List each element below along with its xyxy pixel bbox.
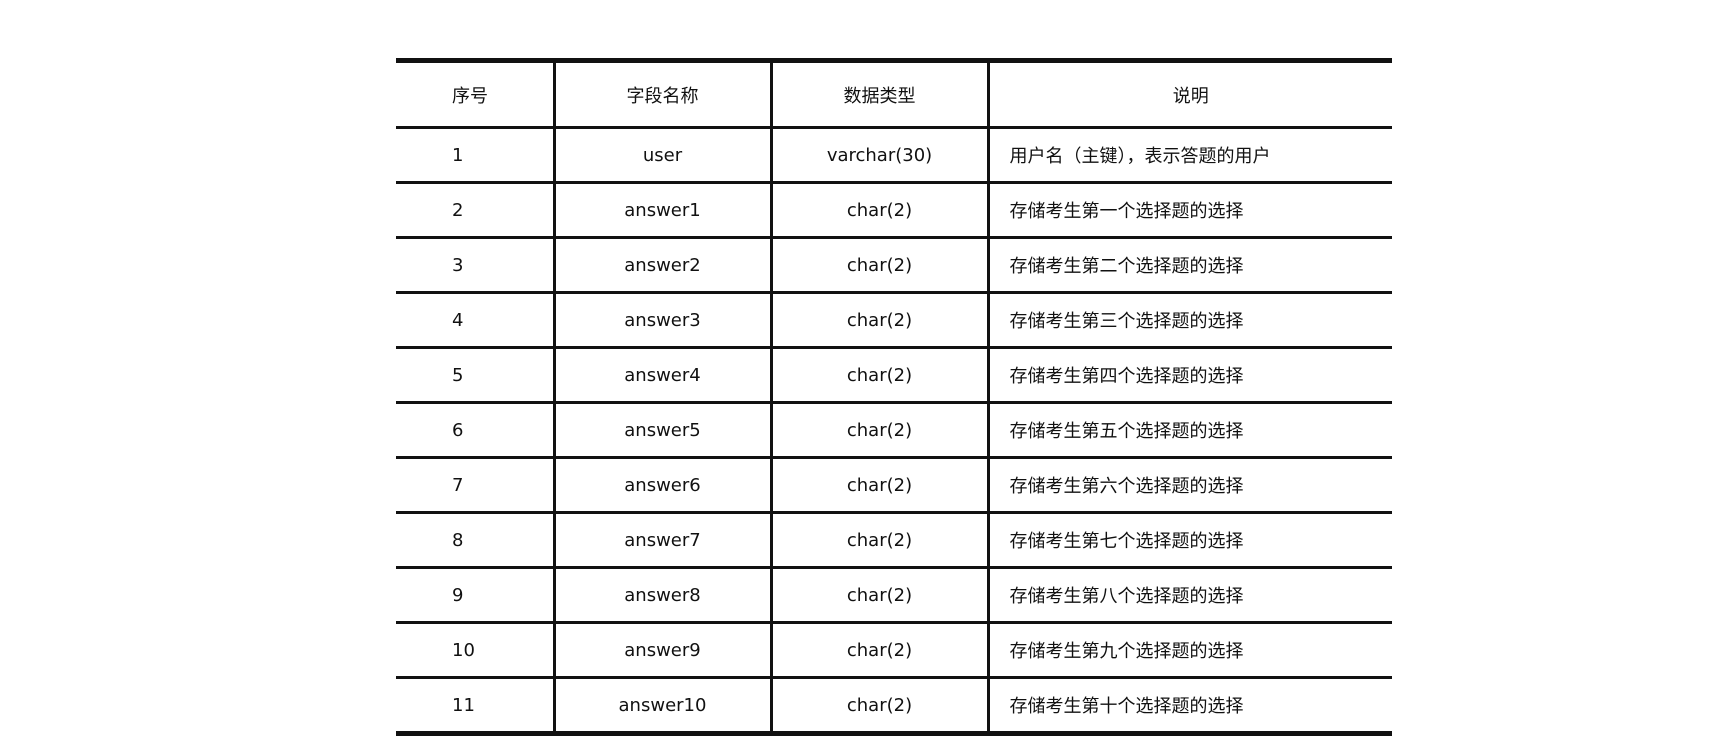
cell-field-name: answer5 bbox=[552, 402, 771, 459]
table-row: 5 answer4 char(2) 存储考生第四个选择题的选择 bbox=[396, 347, 1392, 404]
cell-index: 4 bbox=[396, 292, 554, 349]
cell-index: 6 bbox=[396, 402, 554, 459]
cell-data-type: char(2) bbox=[769, 457, 988, 514]
cell-field-name: answer6 bbox=[552, 457, 771, 514]
header-field-name: 字段名称 bbox=[552, 60, 771, 129]
cell-description: 存储考生第六个选择题的选择 bbox=[986, 457, 1392, 514]
cell-data-type: char(2) bbox=[769, 292, 988, 349]
cell-field-name: answer2 bbox=[552, 237, 771, 294]
table-row: 2 answer1 char(2) 存储考生第一个选择题的选择 bbox=[396, 182, 1392, 239]
cell-description: 存储考生第三个选择题的选择 bbox=[986, 292, 1392, 349]
cell-description: 存储考生第九个选择题的选择 bbox=[986, 622, 1392, 679]
table-row: 8 answer7 char(2) 存储考生第七个选择题的选择 bbox=[396, 512, 1392, 569]
cell-field-name: answer7 bbox=[552, 512, 771, 569]
table-row: 6 answer5 char(2) 存储考生第五个选择题的选择 bbox=[396, 402, 1392, 459]
header-data-type: 数据类型 bbox=[769, 60, 988, 129]
cell-description: 存储考生第四个选择题的选择 bbox=[986, 347, 1392, 404]
cell-data-type: char(2) bbox=[769, 182, 988, 239]
table-header: 序号 字段名称 数据类型 说明 bbox=[396, 60, 1392, 129]
cell-description: 存储考生第十个选择题的选择 bbox=[986, 677, 1392, 734]
cell-description: 用户名（主键），表示答题的用户 bbox=[986, 127, 1392, 184]
table-row: 7 answer6 char(2) 存储考生第六个选择题的选择 bbox=[396, 457, 1392, 514]
table-row: 10 answer9 char(2) 存储考生第九个选择题的选择 bbox=[396, 622, 1392, 679]
field-definition-table-container: 序号 字段名称 数据类型 说明 1 user varchar(30) 用户名（主键），… bbox=[396, 58, 1392, 736]
cell-description: 存储考生第七个选择题的选择 bbox=[986, 512, 1392, 569]
cell-index: 7 bbox=[396, 457, 554, 514]
cell-description: 存储考生第二个选择题的选择 bbox=[986, 237, 1392, 294]
cell-field-name: user bbox=[552, 127, 771, 184]
cell-field-name: answer4 bbox=[552, 347, 771, 404]
cell-index: 1 bbox=[396, 127, 554, 184]
table-row: 11 answer10 char(2) 存储考生第十个选择题的选择 bbox=[396, 677, 1392, 734]
table-row: 1 user varchar(30) 用户名（主键），表示答题的用户 bbox=[396, 127, 1392, 184]
table-row: 4 answer3 char(2) 存储考生第三个选择题的选择 bbox=[396, 292, 1392, 349]
cell-data-type: char(2) bbox=[769, 622, 988, 679]
cell-description: 存储考生第一个选择题的选择 bbox=[986, 182, 1392, 239]
cell-index: 9 bbox=[396, 567, 554, 624]
cell-field-name: answer1 bbox=[552, 182, 771, 239]
cell-data-type: char(2) bbox=[769, 512, 988, 569]
cell-field-name: answer10 bbox=[552, 677, 771, 734]
header-index: 序号 bbox=[396, 60, 554, 129]
cell-index: 3 bbox=[396, 237, 554, 294]
cell-data-type: char(2) bbox=[769, 347, 988, 404]
table-row: 3 answer2 char(2) 存储考生第二个选择题的选择 bbox=[396, 237, 1392, 294]
header-description: 说明 bbox=[986, 60, 1392, 129]
table-body: 1 user varchar(30) 用户名（主键），表示答题的用户 2 answer1 c… bbox=[396, 127, 1392, 734]
cell-data-type: char(2) bbox=[769, 677, 988, 734]
cell-data-type: char(2) bbox=[769, 237, 988, 294]
cell-index: 10 bbox=[396, 622, 554, 679]
cell-data-type: char(2) bbox=[769, 567, 988, 624]
cell-field-name: answer3 bbox=[552, 292, 771, 349]
cell-data-type: char(2) bbox=[769, 402, 988, 459]
cell-data-type: varchar(30) bbox=[769, 127, 988, 184]
cell-index: 11 bbox=[452, 694, 475, 716]
header-row: 序号 字段名称 数据类型 说明 bbox=[396, 60, 1392, 129]
table-row: 9 answer8 char(2) 存储考生第八个选择题的选择 bbox=[396, 567, 1392, 624]
cell-description: 存储考生第八个选择题的选择 bbox=[986, 567, 1392, 624]
cell-field-name: answer8 bbox=[552, 567, 771, 624]
cell-description: 存储考生第五个选择题的选择 bbox=[986, 402, 1392, 459]
cell-index: 2 bbox=[396, 182, 554, 239]
cell-index: 5 bbox=[396, 347, 554, 404]
cell-index: 8 bbox=[396, 512, 554, 569]
field-definition-table: 序号 字段名称 数据类型 说明 1 user varchar(30) 用户名（主键），… bbox=[396, 58, 1392, 736]
cell-field-name: answer9 bbox=[552, 622, 771, 679]
